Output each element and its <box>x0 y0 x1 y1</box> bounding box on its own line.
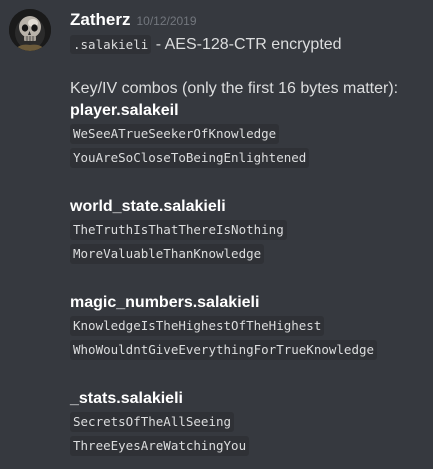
group-title: world_state.salakieli <box>70 198 226 215</box>
iv-code: YouAreSoCloseToBeingEnlightened <box>70 148 310 168</box>
key-line: WeSeeATrueSeekerOfKnowledge <box>70 123 430 146</box>
key-code: WeSeeATrueSeekerOfKnowledge <box>70 124 280 144</box>
message-timestamp: 10/12/2019 <box>136 14 197 28</box>
intro-text: Key/IV combos (only the first 16 bytes m… <box>70 80 399 97</box>
key-line: TheTruthIsThatThereIsNothing <box>70 219 430 242</box>
message-content: .salakieli - AES-128-CTR encrypted Key/I… <box>70 34 430 458</box>
iv-line: MoreValuableThanKnowledge <box>70 243 430 266</box>
key-line: KnowledgeIsTheHighestOfTheHighest <box>70 315 430 338</box>
key-group-stats: _stats.salakieli SecretsOfTheAllSeeing T… <box>70 388 430 458</box>
user-avatar[interactable] <box>9 9 51 51</box>
group-title: player.salakeil <box>70 102 179 119</box>
message-first-line: .salakieli - AES-128-CTR encrypted <box>70 34 430 56</box>
iv-code: MoreValuableThanKnowledge <box>70 244 265 264</box>
chat-message: Zatherz 10/12/2019 .salakieli - AES-128-C… <box>0 0 433 469</box>
iv-code: WhoWouldntGiveEverythingForTrueKnowledge <box>70 340 378 360</box>
iv-line: YouAreSoCloseToBeingEnlightened <box>70 147 430 170</box>
group-title: _stats.salakieli <box>70 390 183 407</box>
group-title: magic_numbers.salakieli <box>70 294 260 311</box>
message-header: Zatherz 10/12/2019 <box>70 10 197 31</box>
key-group-world-state: world_state.salakieli TheTruthIsThatTher… <box>70 196 430 266</box>
key-code: KnowledgeIsTheHighestOfTheHighest <box>70 316 325 336</box>
key-code: SecretsOfTheAllSeeing <box>70 412 235 432</box>
inline-code-filename: .salakieli <box>70 35 152 54</box>
key-group-player: player.salakeil WeSeeATrueSeekerOfKnowle… <box>70 100 430 170</box>
iv-line: WhoWouldntGiveEverythingForTrueKnowledge <box>70 339 430 362</box>
key-code: TheTruthIsThatThereIsNothing <box>70 220 287 240</box>
iv-code: ThreeEyesAreWatchingYou <box>70 436 250 456</box>
encryption-description: - AES-128-CTR encrypted <box>151 36 342 53</box>
key-line: SecretsOfTheAllSeeing <box>70 411 430 434</box>
iv-line: ThreeEyesAreWatchingYou <box>70 435 430 458</box>
author-name[interactable]: Zatherz <box>70 10 130 29</box>
skull-avatar-icon <box>9 9 51 51</box>
key-group-magic-numbers: magic_numbers.salakieli KnowledgeIsTheHi… <box>70 292 430 362</box>
